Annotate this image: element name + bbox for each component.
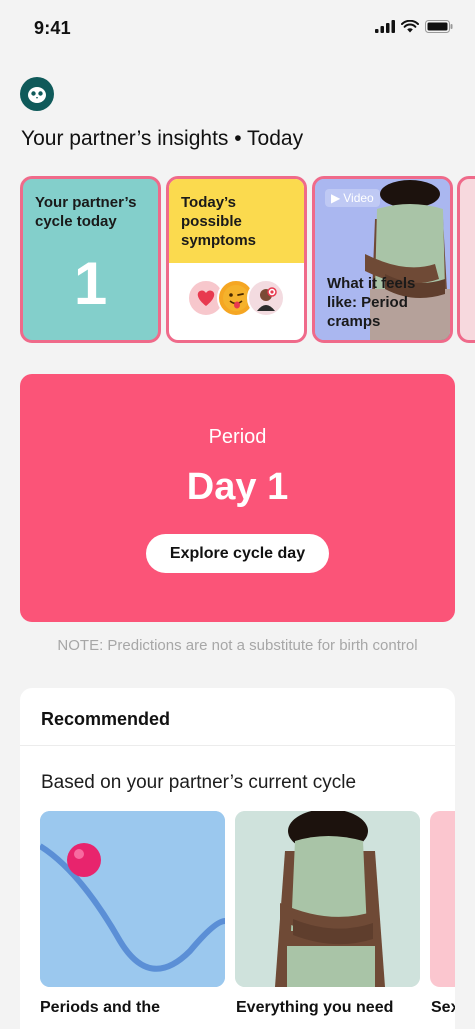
recommended-item-title[interactable]: Periods and the	[40, 999, 160, 1017]
recommended-item-title[interactable]: Sex	[431, 999, 455, 1017]
video-card[interactable]: ▶ Video What it feels like: Period cramp…	[312, 176, 453, 343]
video-badge-label: Video	[343, 191, 374, 205]
battery-icon	[425, 20, 453, 33]
explore-cycle-day-button[interactable]: Explore cycle day	[146, 534, 329, 573]
period-day: Day 1	[186, 466, 289, 508]
next-insight-card[interactable]	[457, 176, 475, 343]
recommended-panel: Recommended Based on your partner’s curr…	[20, 688, 455, 1029]
app-logo[interactable]	[20, 77, 54, 111]
period-card: Period Day 1 Explore cycle day	[20, 374, 455, 622]
status-icons	[375, 20, 453, 33]
recommended-card[interactable]	[40, 811, 225, 987]
recommended-subtitle: Based on your partner’s current cycle	[41, 772, 357, 793]
page-title: Your partner’s insights • Today	[21, 127, 304, 150]
video-badge: ▶ Video	[325, 189, 380, 207]
card-title: Your partner’s cycle today	[35, 194, 137, 230]
card-title: Today’s possible symptoms	[181, 194, 257, 249]
recommended-item-title[interactable]: Everything you need	[236, 999, 393, 1017]
disclaimer-note: NOTE: Predictions are not a substitute f…	[57, 637, 418, 654]
wave-ball-illustration	[40, 811, 225, 987]
possible-symptoms-card[interactable]: Today’s possible symptoms	[166, 176, 307, 343]
owl-icon	[28, 87, 46, 103]
period-label: Period	[208, 426, 267, 448]
person-pain-emoji-icon	[247, 279, 285, 317]
wifi-icon	[401, 20, 419, 33]
recommended-header: Recommended	[20, 688, 455, 746]
play-icon: ▶	[331, 191, 341, 205]
recommended-card[interactable]	[235, 811, 420, 987]
cramps-photo-illustration	[235, 811, 420, 987]
card-title: What it feels like: Period cramps	[327, 275, 416, 330]
signal-icon	[375, 20, 395, 33]
symptom-icons	[187, 279, 285, 317]
status-time: 9:41	[34, 18, 71, 38]
insights-carousel[interactable]: Your partner’s cycle today 1 Today’s pos…	[0, 176, 475, 346]
status-bar: 9:41	[0, 0, 475, 56]
recommended-card[interactable]	[430, 811, 455, 987]
cycle-today-card[interactable]: Your partner’s cycle today 1	[20, 176, 161, 343]
cycle-day-number: 1	[73, 250, 108, 317]
recommended-title: Recommended	[41, 709, 171, 729]
